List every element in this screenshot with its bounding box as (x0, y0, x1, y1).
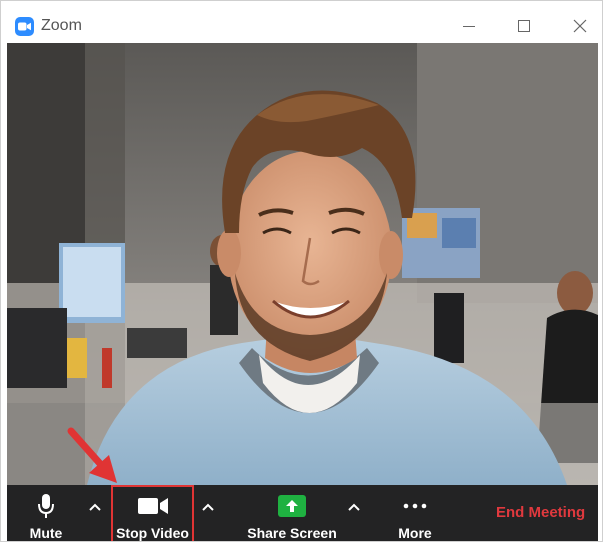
maximize-icon (518, 20, 530, 32)
share-screen-button[interactable]: Share Screen (243, 485, 341, 541)
ellipsis-icon (403, 503, 427, 509)
maximize-button[interactable] (501, 9, 547, 43)
chevron-up-icon (202, 503, 214, 511)
more-label: More (398, 525, 432, 541)
microphone-icon (38, 494, 54, 518)
share-screen-icon-wrap (243, 493, 341, 519)
meeting-toolbar: Mute Stop Video Share Screen More End Me… (7, 485, 598, 541)
video-frame (7, 43, 598, 485)
more-button[interactable]: More (388, 485, 442, 541)
audio-options-caret[interactable] (85, 497, 105, 517)
more-icon-wrap (388, 493, 442, 519)
window-title: Zoom (41, 17, 82, 34)
end-meeting-button[interactable]: End Meeting (496, 504, 585, 521)
title-bar: Zoom (1, 1, 602, 43)
minimize-icon (463, 26, 475, 27)
pointer-arrow-icon (67, 427, 117, 483)
share-screen-arrow-icon (278, 495, 306, 517)
participant-video (7, 43, 598, 485)
zoom-window: Zoom Mute Stop Video Share Screen More E… (0, 0, 603, 542)
stop-video-icon-wrap (111, 493, 194, 519)
mute-label: Mute (29, 525, 63, 541)
close-icon (573, 19, 587, 33)
stop-video-label: Stop Video (116, 525, 189, 541)
close-button[interactable] (557, 9, 602, 43)
video-options-caret[interactable] (198, 497, 218, 517)
share-screen-label: Share Screen (247, 525, 337, 541)
video-camera-icon (137, 498, 168, 514)
chevron-up-icon (89, 503, 101, 511)
share-options-caret[interactable] (344, 497, 364, 517)
mute-icon-wrap (19, 493, 73, 519)
stop-video-button[interactable]: Stop Video (111, 485, 194, 541)
zoom-logo-icon (15, 17, 34, 36)
minimize-button[interactable] (446, 9, 492, 43)
chevron-up-icon (348, 503, 360, 511)
mute-button[interactable]: Mute (19, 485, 73, 541)
